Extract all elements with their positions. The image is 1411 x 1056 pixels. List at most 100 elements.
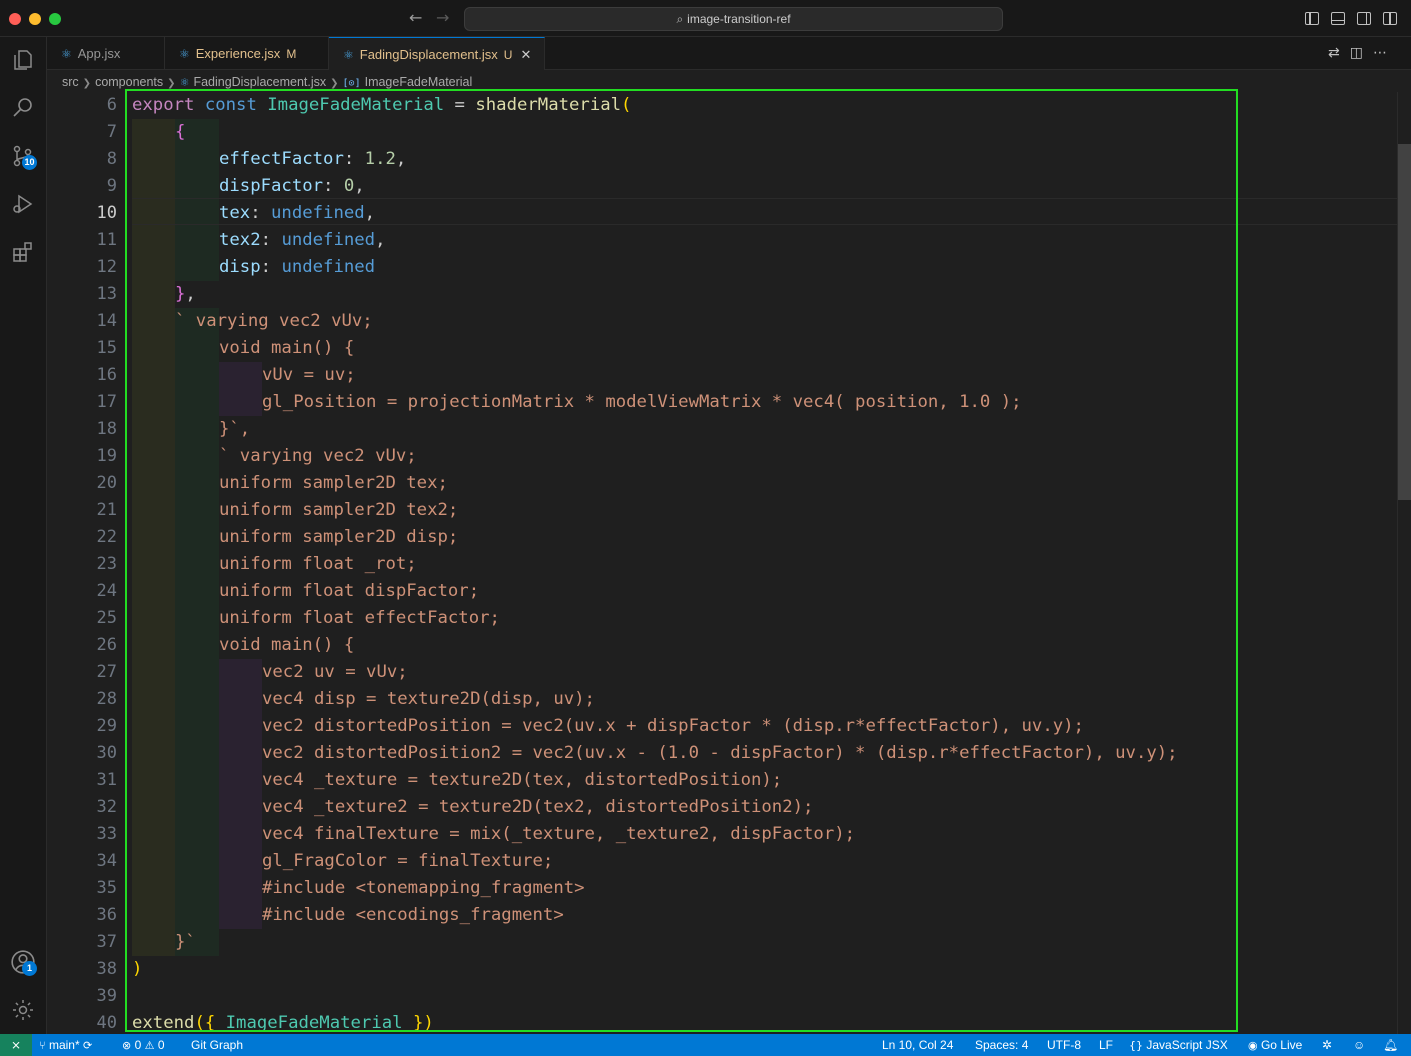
language-mode[interactable]: {} JavaScript JSX — [1129, 1034, 1228, 1056]
breadcrumb: src ❯ components ❯ ⚛ FadingDisplacement.jsx ❯[… — [47, 70, 1411, 92]
branch-indicator[interactable]: ⑂ main* ⟳ — [39, 1034, 92, 1056]
toggle-primary-sidebar-icon[interactable] — [1305, 12, 1319, 25]
editor-actions: ⇄◫⋯ — [1328, 45, 1397, 61]
line-number: 16 — [96, 365, 117, 385]
minimize-window-button[interactable] — [29, 13, 41, 25]
search-icon[interactable] — [8, 93, 38, 123]
command-center-search[interactable]: ⌕ image-transition-ref — [464, 7, 1003, 31]
code-line: disp: undefined — [219, 257, 376, 277]
close-tab-icon[interactable]: ✕ — [520, 48, 531, 63]
code-line: vec4 _texture2 = texture2D(tex2, distort… — [262, 797, 814, 817]
line-number: 18 — [96, 419, 117, 439]
maximize-window-button[interactable] — [49, 13, 61, 25]
error-icon: ⊗ — [122, 1039, 132, 1052]
code-line: uniform float _rot; — [219, 554, 417, 574]
code-line: uniform sampler2D disp; — [219, 527, 459, 547]
code-line: gl_Position = projectionMatrix * modelVi… — [262, 392, 1022, 412]
encoding-indicator[interactable]: UTF-8 — [1047, 1034, 1081, 1056]
breadcrumb-item[interactable]: FadingDisplacement.jsx — [193, 75, 326, 89]
code-line: vec4 disp = texture2D(disp, uv); — [262, 689, 595, 709]
code-line: gl_FragColor = finalTexture; — [262, 851, 554, 871]
tab-fadingdisplacement-jsx[interactable]: ⚛ FadingDisplacement.jsx U ✕ — [329, 37, 545, 70]
code-line: ` varying vec2 vUv; — [219, 446, 417, 466]
line-number: 6 — [106, 95, 117, 115]
tab-app-jsx[interactable]: ⚛ App.jsx — [47, 37, 165, 70]
problems-indicator[interactable]: ⊗ 0 ⚠ 0 — [122, 1034, 165, 1056]
extensions-icon[interactable] — [8, 237, 38, 267]
customize-layout-icon[interactable] — [1383, 12, 1397, 25]
line-number: 22 — [96, 527, 117, 547]
code-line: void main() { — [219, 338, 355, 358]
vertical-scrollbar[interactable] — [1397, 92, 1411, 1034]
go-live-button[interactable]: ◉ Go Live — [1248, 1034, 1302, 1056]
error-count: 0 — [134, 1038, 142, 1052]
code-line: vUv = uv; — [262, 365, 356, 385]
toggle-panel-icon[interactable] — [1331, 12, 1345, 25]
explorer-icon[interactable] — [8, 45, 38, 75]
code-line: }` — [175, 932, 196, 952]
indent-guide-level-1 — [132, 119, 175, 956]
scrollbar-thumb[interactable] — [1398, 144, 1411, 500]
code-line: ) — [132, 959, 143, 979]
git-graph-button[interactable]: Git Graph — [191, 1034, 243, 1056]
code-line: extend({ ImageFadeMaterial }) — [132, 1013, 434, 1033]
code-line: tex: undefined, — [219, 203, 376, 223]
tab-modified-badge: M — [286, 47, 297, 61]
toggle-secondary-sidebar-icon[interactable] — [1357, 12, 1371, 25]
variable-symbol-icon: [⊙] — [342, 78, 361, 89]
line-number: 24 — [96, 581, 117, 601]
activity-bar: 10 1 — [0, 37, 47, 1034]
settings-gear-icon[interactable] — [8, 995, 38, 1025]
source-control-icon[interactable]: 10 — [8, 141, 38, 171]
back-arrow-icon[interactable]: ← — [409, 8, 422, 27]
title-bar: ← → ⌕ image-transition-ref — [0, 0, 1411, 37]
line-number: 21 — [96, 500, 117, 520]
code-line: vec2 distortedPosition2 = vec2(uv.x - (1… — [262, 743, 1178, 763]
breadcrumb-item[interactable]: src — [62, 75, 79, 89]
broadcast-icon: ◉ — [1248, 1039, 1258, 1052]
split-editor-icon[interactable]: ◫ — [1350, 45, 1373, 61]
tab-experience-jsx[interactable]: ⚛ Experience.jsx M — [165, 37, 329, 70]
compare-changes-icon[interactable]: ⇄ — [1328, 45, 1350, 61]
code-line: ` varying vec2 vUv; — [175, 311, 373, 331]
more-actions-icon[interactable]: ⋯ — [1373, 45, 1397, 61]
line-number: 26 — [96, 635, 117, 655]
forward-arrow-icon[interactable]: → — [436, 8, 449, 27]
code-line: uniform float dispFactor; — [219, 581, 480, 601]
code-line: export const ImageFadeMaterial = shaderM… — [132, 95, 632, 115]
go-live-label: Go Live — [1260, 1038, 1303, 1052]
code-editor[interactable]: 6 7 8 9 10 11 12 13 14 15 16 17 18 19 20 21 22 23 24 25 26 27… — [47, 92, 1397, 1034]
copilot-icon[interactable]: ✲ — [1322, 1034, 1332, 1056]
close-window-button[interactable] — [9, 13, 21, 25]
indent-guide-level-2 — [175, 119, 219, 956]
git-branch-icon: ⑂ — [39, 1039, 46, 1052]
braces-icon: {} — [1129, 1039, 1143, 1052]
accounts-icon[interactable]: 1 — [8, 947, 38, 977]
sync-icon[interactable]: ⟳ — [83, 1039, 92, 1052]
line-number: 37 — [96, 932, 117, 952]
branch-name: main* — [48, 1038, 80, 1052]
cursor-position[interactable]: Ln 10, Col 24 — [882, 1034, 953, 1056]
tab-label: FadingDisplacement.jsx — [359, 47, 498, 62]
line-number: 29 — [96, 716, 117, 736]
breadcrumb-item[interactable]: components — [95, 75, 163, 89]
line-number: 34 — [96, 851, 117, 871]
line-number: 20 — [96, 473, 117, 493]
code-line: uniform float effectFactor; — [219, 608, 500, 628]
code-line: vec4 _texture = texture2D(tex, distorted… — [262, 770, 783, 790]
code-line: { — [175, 122, 186, 142]
language-label: JavaScript JSX — [1146, 1038, 1228, 1052]
line-number: 7 — [106, 122, 117, 142]
warning-count: 0 — [157, 1038, 165, 1052]
indentation-indicator[interactable]: Spaces: 4 — [975, 1034, 1028, 1056]
breadcrumb-item[interactable]: ImageFadeMaterial — [365, 75, 473, 89]
tab-untracked-badge: U — [503, 48, 513, 62]
line-number: 12 — [96, 257, 117, 277]
eol-indicator[interactable]: LF — [1099, 1034, 1113, 1056]
remote-indicator-icon[interactable]: ⨯ — [0, 1034, 32, 1056]
run-debug-icon[interactable] — [8, 189, 38, 219]
code-line: tex2: undefined, — [219, 230, 386, 250]
chevron-right-icon: ❯ — [82, 78, 92, 89]
bell-icon[interactable]: 🔔︎ — [1383, 1034, 1398, 1056]
feedback-icon[interactable]: ☺ — [1353, 1034, 1365, 1056]
